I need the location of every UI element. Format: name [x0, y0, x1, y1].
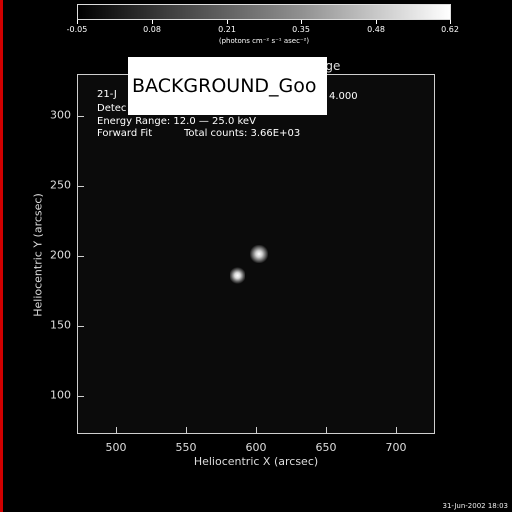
left-edge-marker — [0, 0, 3, 512]
colorbar-label: 0.08 — [143, 25, 161, 34]
x-tick — [396, 427, 397, 433]
y-tick — [78, 396, 84, 397]
x-tick — [326, 427, 327, 433]
colorbar-tick — [227, 20, 228, 24]
source-blob-lower — [230, 267, 245, 284]
colorbar-tick — [152, 20, 153, 24]
x-tick — [186, 427, 187, 433]
y-tick-label: 200 — [50, 248, 71, 262]
y-tick — [78, 256, 84, 257]
x-tick-label: 600 — [245, 441, 267, 454]
colorbar-tick — [376, 20, 377, 24]
colorbar-label: 0.48 — [367, 25, 385, 34]
info-line-date: 21-J — [97, 89, 117, 100]
info-line-algorithm: Forward Fit — [97, 128, 153, 139]
colorbar-label: 0.21 — [218, 25, 236, 34]
colorbar-units: (photons cm⁻² s⁻¹ asec⁻²) — [218, 37, 310, 45]
annotation-label-box: BACKGROUND_Goo — [128, 57, 327, 115]
source-blob-upper — [250, 245, 268, 263]
y-tick — [78, 186, 84, 187]
colorbar-tick — [450, 20, 451, 24]
x-tick-label: 700 — [385, 441, 407, 454]
y-axis-label: Heliocentric Y (arcsec) — [31, 193, 45, 317]
info-line-detectors: Detec — [97, 103, 127, 114]
x-tick-label: 500 — [105, 441, 127, 454]
x-tick-label: 550 — [175, 441, 197, 454]
colorbar-tick — [77, 20, 78, 24]
x-axis-label: Heliocentric X (arcsec) — [193, 455, 319, 468]
colorbar — [77, 4, 451, 20]
y-tick-label: 300 — [50, 108, 71, 122]
colorbar-label: 0.62 — [441, 25, 459, 34]
x-tick — [256, 427, 257, 433]
colorbar-label: -0.05 — [66, 25, 88, 34]
info-line-counts: Total counts: 3.66E+03 — [184, 128, 301, 139]
info-line-interval: 4.000 — [329, 91, 358, 102]
colorbar-label: 0.35 — [292, 25, 310, 34]
info-line-energy: Energy Range: 12.0 — 25.0 keV — [97, 116, 256, 127]
y-tick-label: 100 — [50, 388, 71, 402]
y-tick — [78, 326, 84, 327]
y-tick-label: 250 — [50, 178, 71, 192]
x-tick — [116, 427, 117, 433]
timestamp: 31-Jun-2002 18:03 — [442, 502, 509, 510]
x-tick-label: 650 — [315, 441, 337, 454]
colorbar-tick — [301, 20, 302, 24]
y-tick — [78, 116, 84, 117]
y-tick-label: 150 — [50, 318, 71, 332]
